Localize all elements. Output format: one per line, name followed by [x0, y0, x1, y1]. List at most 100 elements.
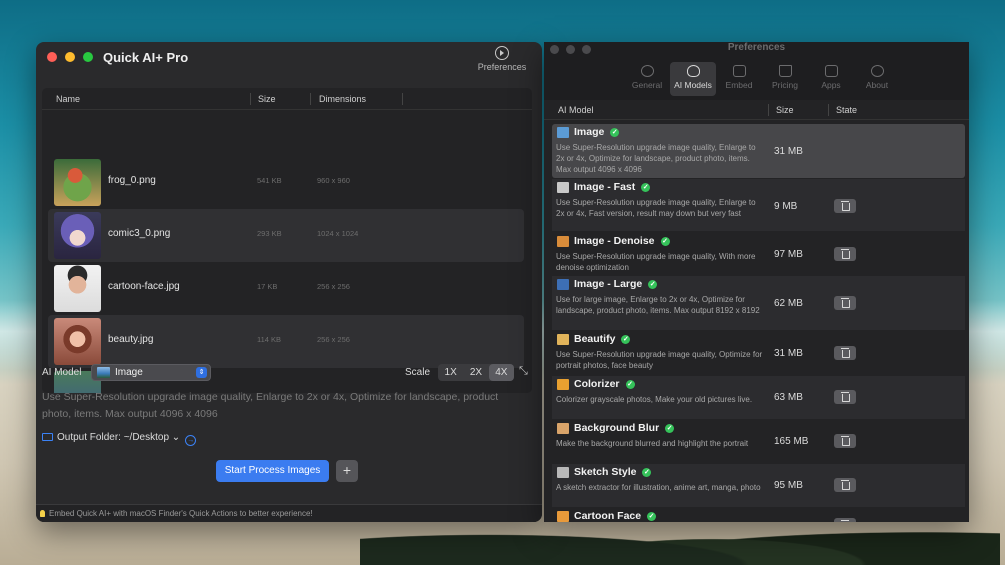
model-name: Beautify ✓	[574, 333, 631, 345]
model-name: Image - Fast ✓	[574, 181, 651, 193]
model-row[interactable]: Image - Large ✓ Use for large image, Enla…	[552, 276, 965, 330]
file-dimensions: 256 x 256	[317, 282, 350, 291]
resize-icon[interactable]: ⤡	[519, 365, 528, 378]
tab-ai-models[interactable]: AI Models	[670, 62, 716, 96]
delete-model-button[interactable]	[834, 199, 856, 213]
file-row[interactable]: beauty.jpg 114 KB 256 x 256	[48, 315, 524, 368]
model-size: 63 MB	[774, 392, 803, 403]
file-name: frog_0.png	[108, 175, 156, 186]
model-controls: AI Model Image ⇕ Scale 1X 2X 4X ⤡	[42, 364, 532, 384]
column-name[interactable]: Name	[56, 94, 80, 104]
file-name: cartoon-face.jpg	[108, 281, 180, 292]
footer-tip: Embed Quick AI+ with macOS Finder's Quic…	[49, 509, 313, 518]
model-description: A sketch extractor for illustration, ani…	[556, 483, 761, 492]
column-size[interactable]: Size	[776, 105, 794, 115]
file-list: Name Size Dimensions frog_0.png 541 KB 9…	[42, 88, 532, 393]
output-folder-label: Output Folder: ~/Desktop	[57, 432, 170, 443]
thumbnail-cartoon-face	[54, 265, 101, 312]
preferences-button[interactable]: Preferences	[472, 46, 532, 72]
folder-icon	[42, 433, 53, 441]
column-dimensions[interactable]: Dimensions	[319, 94, 366, 104]
scale-1x-button[interactable]: 1X	[438, 364, 463, 381]
model-icon	[557, 334, 569, 345]
chevron-down-icon: ⌄	[171, 432, 181, 443]
installed-check-icon: ✓	[641, 183, 651, 192]
installed-check-icon: ✓	[610, 128, 620, 137]
column-size[interactable]: Size	[258, 94, 276, 104]
model-row[interactable]: Image - Fast ✓ Use Super-Resolution upgra…	[552, 179, 965, 231]
quick-ai-main-window: Quick AI+ Pro Preferences Name Size Dime…	[36, 42, 542, 522]
delete-model-button[interactable]	[834, 518, 856, 522]
model-icon	[557, 511, 569, 522]
close-window-button[interactable]	[47, 52, 57, 62]
scale-label: Scale	[405, 367, 431, 378]
model-size: 97 MB	[774, 249, 803, 260]
delete-model-button[interactable]	[834, 390, 856, 404]
preferences-title: Preferences	[727, 42, 786, 53]
model-row[interactable]: Sketch Style ✓ A sketch extractor for ill…	[552, 464, 965, 507]
model-icon	[557, 467, 569, 478]
delete-model-button[interactable]	[834, 247, 856, 261]
delete-model-button[interactable]	[834, 478, 856, 492]
add-images-button[interactable]: +	[336, 460, 358, 482]
brain-icon	[686, 65, 700, 77]
zoom-window-button[interactable]	[83, 52, 93, 62]
titlebar: Quick AI+ Pro Preferences	[36, 42, 542, 86]
tip-footer: Embed Quick AI+ with macOS Finder's Quic…	[36, 504, 542, 522]
thumbnail-beauty	[54, 318, 101, 365]
tab-general[interactable]: General	[624, 62, 670, 96]
tab-pricing[interactable]: Pricing	[762, 62, 808, 96]
installed-check-icon: ✓	[625, 380, 635, 389]
tab-about[interactable]: About	[854, 62, 900, 96]
model-row[interactable]: Image ✓ Use Super-Resolution upgrade imag…	[552, 124, 965, 178]
reveal-folder-icon[interactable]: →	[185, 435, 197, 446]
file-row[interactable]: cartoon-face.jpg 17 KB 256 x 256	[48, 262, 524, 315]
column-ai-model[interactable]: AI Model	[558, 105, 594, 115]
file-name: beauty.jpg	[108, 334, 154, 345]
model-size: 165 MB	[774, 436, 809, 447]
file-size: 541 KB	[257, 176, 282, 185]
model-row[interactable]: Cartoon Face ✓	[552, 508, 965, 522]
output-folder-row[interactable]: Output Folder: ~/Desktop ⌄ →	[42, 432, 197, 446]
model-size: 9 MB	[774, 201, 798, 212]
model-description: Make the background blurred and highligh…	[556, 439, 749, 448]
tab-label: Apps	[821, 80, 841, 90]
scale-4x-button[interactable]: 4X	[488, 364, 514, 381]
file-dimensions: 960 x 960	[317, 176, 350, 185]
model-row[interactable]: Image - Denoise ✓ Use Super-Resolution up…	[552, 233, 965, 275]
model-name: Image ✓	[574, 126, 620, 138]
preferences-icon	[495, 46, 509, 60]
scale-segmented-control: 1X 2X 4X	[438, 364, 514, 381]
model-description: Use Super-Resolution upgrade image quali…	[556, 350, 763, 370]
delete-model-button[interactable]	[834, 434, 856, 448]
tab-label: Pricing	[772, 80, 798, 90]
file-row[interactable]: frog_0.png 541 KB 960 x 960	[48, 156, 524, 209]
model-row[interactable]: Beautify ✓ Use Super-Resolution upgrade i…	[552, 331, 965, 375]
model-row[interactable]: Colorizer ✓ Colorizer grayscale photos, M…	[552, 376, 965, 419]
model-description: Use Super-Resolution upgrade image quali…	[42, 391, 499, 420]
model-description: Use for large image, Enlarge to 2x or 4x…	[556, 295, 760, 315]
model-description: Use Super-Resolution upgrade image quali…	[556, 143, 756, 174]
crown-icon	[778, 65, 792, 77]
model-icon	[557, 379, 569, 390]
model-row[interactable]: Background Blur ✓ Make the background blu…	[552, 420, 965, 463]
tab-label: General	[631, 80, 663, 90]
tab-apps[interactable]: Apps	[808, 62, 854, 96]
model-icon	[557, 182, 569, 193]
column-state[interactable]: State	[836, 105, 857, 115]
file-row[interactable]: comic3_0.png 293 KB 1024 x 1024	[48, 209, 524, 262]
thumbnail-frog	[54, 159, 101, 206]
installed-check-icon: ✓	[648, 280, 658, 289]
minimize-window-button[interactable]	[65, 52, 75, 62]
installed-check-icon: ✓	[647, 512, 657, 521]
delete-model-button[interactable]	[834, 346, 856, 360]
model-name: Colorizer ✓	[574, 378, 635, 390]
start-process-button[interactable]: Start Process Images	[216, 460, 329, 482]
ai-model-select[interactable]: Image ⇕	[91, 364, 211, 381]
models-header: AI Model Size State	[544, 100, 969, 120]
delete-model-button[interactable]	[834, 296, 856, 310]
thumbnail-comic	[54, 212, 101, 259]
tab-embed[interactable]: Embed	[716, 62, 762, 96]
scale-2x-button[interactable]: 2X	[463, 364, 488, 381]
model-size: 95 MB	[774, 480, 803, 491]
